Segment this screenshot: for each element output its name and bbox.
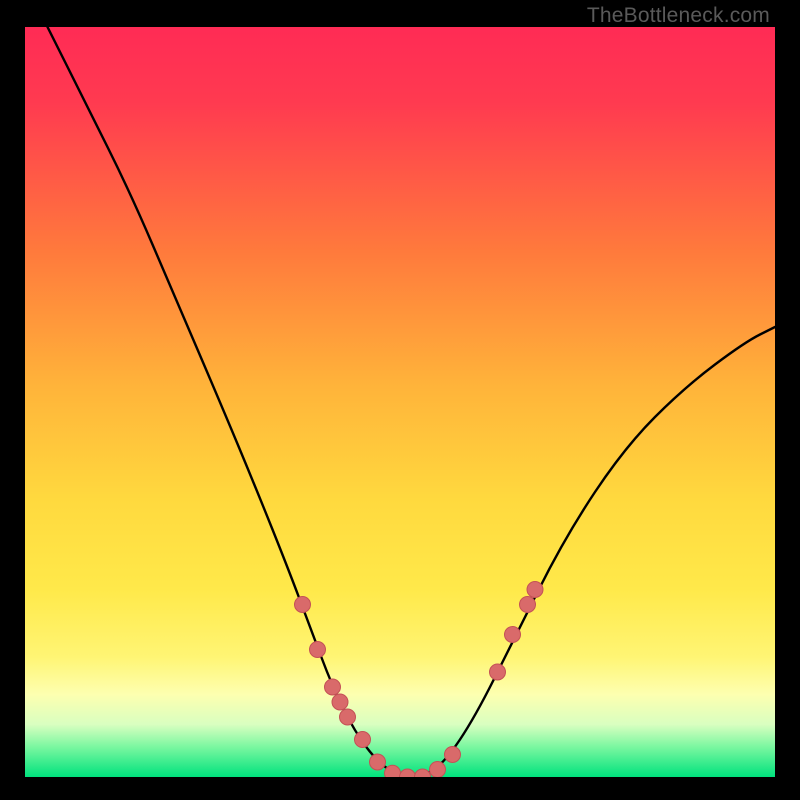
background-gradient xyxy=(25,27,775,777)
watermark-text: TheBottleneck.com xyxy=(587,4,770,28)
chart-plot-area xyxy=(25,27,775,777)
